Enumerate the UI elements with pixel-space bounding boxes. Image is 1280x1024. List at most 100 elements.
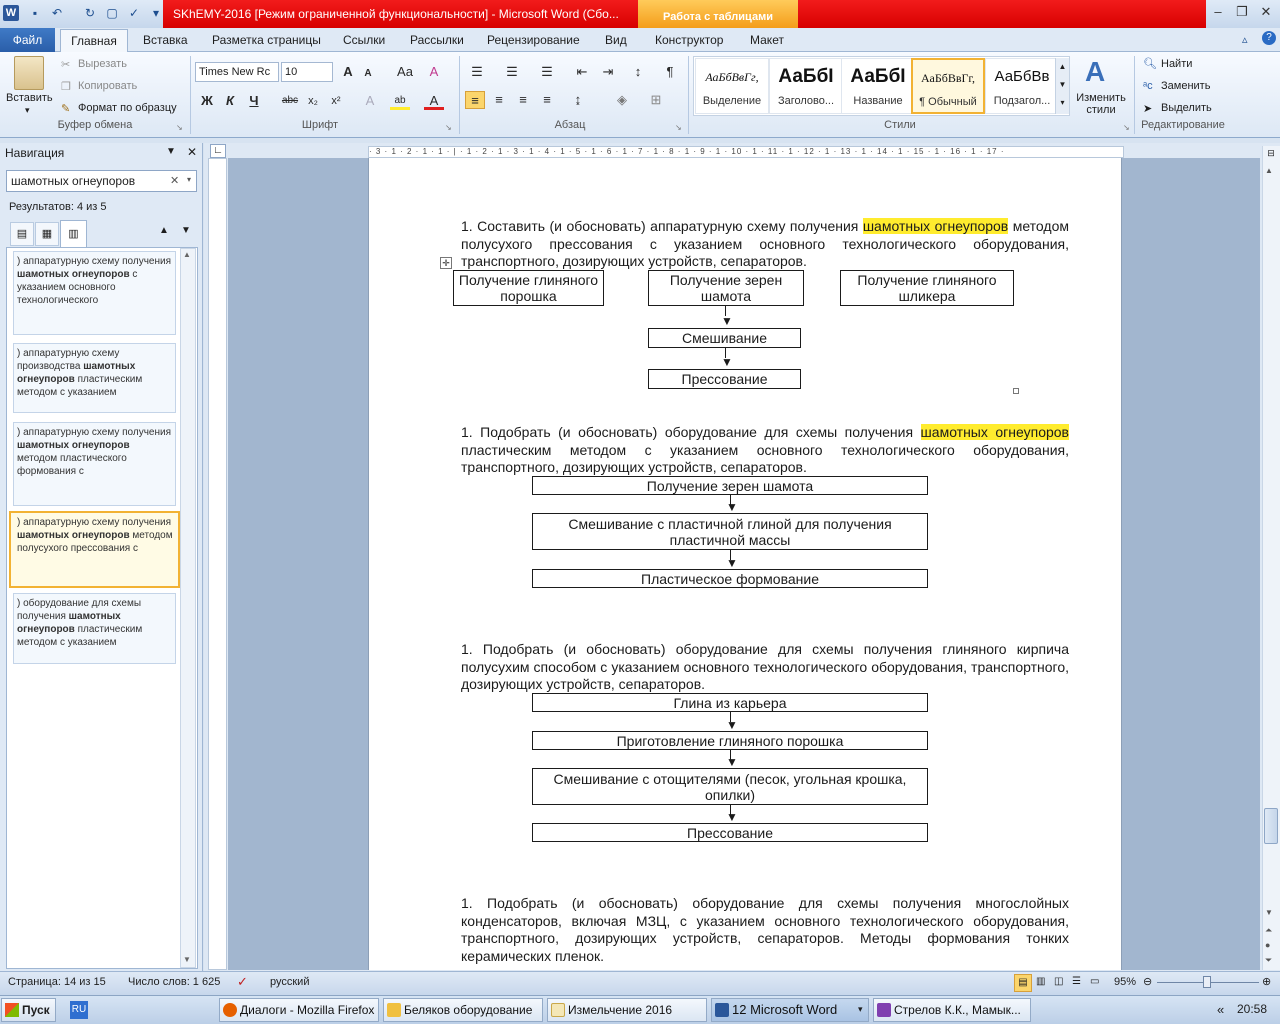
change-styles-icon[interactable]: A [1085, 56, 1105, 88]
superscript-icon[interactable]: x² [326, 92, 346, 110]
word-app-icon[interactable]: W [3, 5, 19, 21]
shrink-font-icon[interactable]: A [358, 65, 378, 83]
nav-scroll-down-icon[interactable]: ▼ [183, 955, 191, 964]
ruler-toggle-icon[interactable]: ⊟ [1264, 148, 1278, 162]
align-right-icon[interactable]: ≡ [513, 91, 533, 109]
outline-icon[interactable]: ☰ [1072, 976, 1081, 987]
vertical-ruler[interactable] [208, 158, 227, 970]
style-emphasis[interactable]: АаБбВвГг, Выделение [695, 58, 769, 114]
status-page[interactable]: Страница: 14 из 15 [8, 976, 106, 988]
tab-review[interactable]: Рецензирование [487, 28, 580, 52]
nav-scroll-up-icon[interactable]: ▲ [183, 250, 191, 259]
nav-scrollbar[interactable] [180, 248, 196, 968]
text-effects-icon[interactable]: A [360, 92, 380, 110]
status-language[interactable]: русский [270, 976, 309, 988]
paste-dropdown-icon[interactable]: ▾ [25, 105, 30, 116]
search-dropdown-icon[interactable]: ▾ [187, 175, 191, 184]
zoom-in-icon[interactable]: ⊕ [1262, 975, 1271, 988]
show-marks-icon[interactable]: ¶ [660, 63, 680, 81]
spelling-icon[interactable]: ✓ [126, 5, 142, 21]
font-size-combo[interactable]: 10 [281, 62, 333, 82]
show-hidden-icons-icon[interactable]: « [1217, 1002, 1224, 1017]
font-color-icon[interactable]: A [424, 92, 444, 110]
bold-icon[interactable]: Ж [197, 92, 217, 110]
nav-result-item[interactable]: ) аппаратурную схему получения шамотных … [13, 422, 176, 506]
borders-icon[interactable]: ⊞ [646, 91, 666, 109]
close-icon[interactable]: ✕ [1254, 2, 1278, 22]
clear-search-icon[interactable]: ✕ [170, 174, 179, 187]
tab-selector-icon[interactable]: ∟ [210, 144, 226, 158]
strikethrough-icon[interactable]: abc [278, 92, 302, 110]
headings-tab-icon[interactable]: ▤ [10, 222, 34, 246]
find-button[interactable]: Найти [1161, 58, 1192, 70]
taskbar-item-firefox[interactable]: Диалоги - Mozilla Firefox [219, 998, 379, 1022]
numbering-icon[interactable]: ☰ [502, 63, 522, 81]
nav-result-item[interactable]: ) аппаратурную схему производства шамотн… [13, 343, 176, 413]
justify-icon[interactable]: ≡ [537, 91, 557, 109]
horizontal-ruler[interactable]: · 3 · 1 · 2 · 1 · 1 · | · 1 · 2 · 1 · 3 … [368, 146, 1124, 158]
paste-button[interactable]: Вставить [6, 92, 53, 104]
language-indicator[interactable]: RU [70, 1001, 88, 1019]
prev-result-icon[interactable]: ▲ [159, 225, 169, 236]
tab-references[interactable]: Ссылки [343, 28, 385, 52]
underline-icon[interactable]: Ч [244, 92, 264, 110]
undo-icon[interactable]: ↶ [49, 5, 65, 21]
replace-icon[interactable]: ᵃc [1143, 80, 1153, 92]
zoom-slider-thumb[interactable] [1203, 976, 1211, 988]
format-painter-icon[interactable]: ✎ [61, 102, 70, 115]
tab-design[interactable]: Конструктор [655, 28, 723, 52]
tab-insert[interactable]: Вставка [143, 28, 188, 52]
select-icon[interactable]: ➤ [1143, 102, 1152, 115]
font-launcher-icon[interactable]: ↘ [445, 123, 452, 132]
scroll-up-icon[interactable]: ▲ [1265, 166, 1273, 175]
pages-tab-icon[interactable]: ▦ [35, 222, 59, 246]
collapse-ribbon-icon[interactable]: ▵ [1242, 33, 1248, 46]
scroll-down-icon[interactable]: ▼ [1265, 908, 1273, 917]
tab-home[interactable]: Главная [60, 29, 128, 53]
next-result-icon[interactable]: ▼ [181, 225, 191, 236]
style-normal[interactable]: АаБбВвГг, ¶ Обычный [911, 58, 985, 114]
grow-font-icon[interactable]: A [338, 63, 358, 81]
scroll-thumb[interactable] [1264, 808, 1278, 844]
styles-launcher-icon[interactable]: ↘ [1123, 123, 1130, 132]
print-layout-icon[interactable]: ▤ [1014, 974, 1032, 992]
shading-icon[interactable]: ◈ [612, 91, 632, 109]
italic-icon[interactable]: К [220, 92, 240, 110]
tab-view[interactable]: Вид [605, 28, 627, 52]
redo-icon[interactable]: ↻ [82, 5, 98, 21]
draft-icon[interactable]: ▭ [1090, 976, 1099, 987]
paragraph-launcher-icon[interactable]: ↘ [675, 123, 682, 132]
cut-icon[interactable]: ✂ [61, 58, 70, 71]
taskbar-group-dropdown-icon[interactable]: ▾ [858, 1004, 863, 1015]
styles-scroll[interactable]: ▲ ▼ ▾ [1055, 58, 1069, 114]
minimize-icon[interactable]: – [1206, 2, 1230, 22]
bullets-icon[interactable]: ☰ [467, 63, 487, 81]
reading-layout-icon[interactable]: ▥ [1036, 976, 1045, 987]
nav-options-icon[interactable]: ▼ [166, 146, 176, 157]
align-center-icon[interactable]: ≡ [489, 91, 509, 109]
style-title[interactable]: АаБбI Название [841, 58, 915, 114]
start-button[interactable]: Пуск [1, 998, 56, 1022]
results-tab-icon[interactable]: ▥ [60, 220, 87, 248]
zoom-level[interactable]: 95% [1114, 976, 1136, 988]
copy-button[interactable]: Копировать [78, 80, 137, 92]
customize-toolbar-icon[interactable]: ▾ [148, 5, 164, 21]
table-resize-handle[interactable] [1013, 388, 1019, 394]
change-case-icon[interactable]: Aa [392, 63, 418, 81]
restore-icon[interactable]: ❐ [1230, 2, 1254, 22]
increase-indent-icon[interactable]: ⇥ [598, 63, 618, 81]
cut-button[interactable]: Вырезать [78, 58, 127, 70]
copy-icon[interactable]: ❐ [61, 80, 71, 93]
browse-object-icon[interactable]: ● [1265, 940, 1270, 950]
align-left-icon[interactable]: ≡ [465, 91, 485, 109]
vertical-scrollbar[interactable] [1262, 146, 1280, 970]
style-heading[interactable]: АаБбI Заголово... [769, 58, 843, 114]
decrease-indent-icon[interactable]: ⇤ [572, 63, 592, 81]
font-name-combo[interactable]: Times New Rc [195, 62, 279, 82]
nav-close-icon[interactable]: ✕ [187, 145, 197, 159]
subscript-icon[interactable]: x₂ [303, 92, 323, 110]
nav-result-item[interactable]: ) оборудование для схемы получения шамот… [13, 593, 176, 664]
paste-icon[interactable] [14, 56, 44, 90]
taskbar-item-word[interactable]: 12 Microsoft Word [711, 998, 869, 1022]
tab-page-layout[interactable]: Разметка страницы [212, 28, 321, 52]
